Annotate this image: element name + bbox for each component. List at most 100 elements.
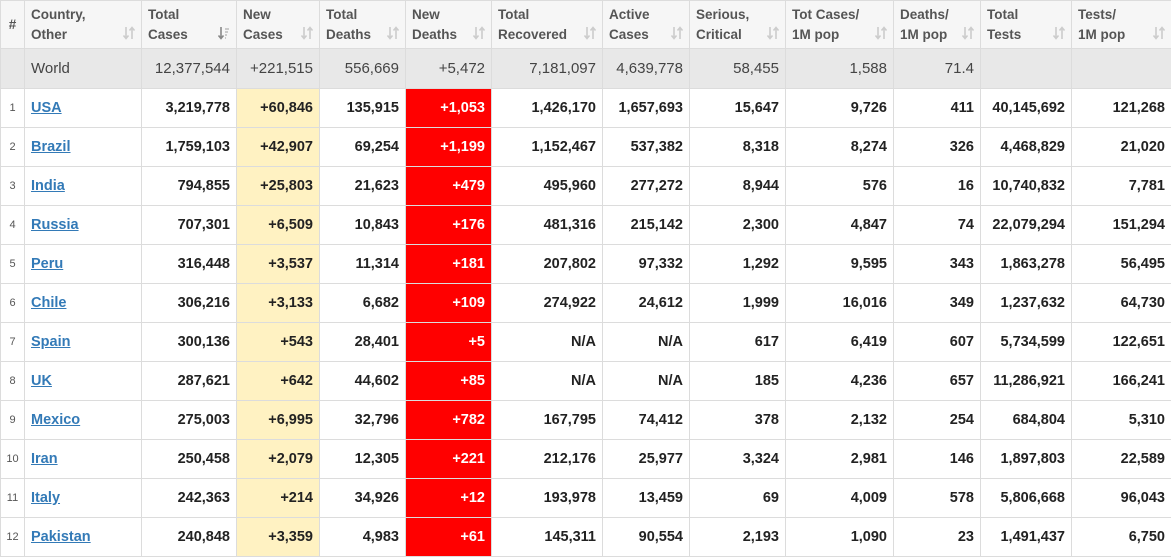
column-header-label-line: Other [31, 25, 121, 45]
covid-stats-table: #Country,OtherTotalCasesNewCasesTotalDea… [0, 0, 1171, 557]
cell-total-deaths: 10,843 [320, 206, 406, 245]
cell-new-cases: +6,995 [237, 401, 320, 440]
country-link[interactable]: Brazil [31, 139, 71, 155]
sort-both-icon[interactable] [671, 26, 683, 40]
cell-total-deaths: 12,305 [320, 440, 406, 479]
sort-both-icon[interactable] [387, 26, 399, 40]
column-header-new-cases[interactable]: NewCases [237, 1, 320, 49]
cell-total-deaths: 6,682 [320, 284, 406, 323]
column-header-tests-per-m[interactable]: Tests/1M pop [1072, 1, 1171, 49]
cell-active-cases: 24,612 [603, 284, 690, 323]
country-link[interactable]: Iran [31, 451, 58, 467]
cell-serious: 3,324 [690, 440, 786, 479]
cell-total-recovered: 207,802 [492, 245, 603, 284]
country-link[interactable]: Russia [31, 217, 79, 233]
cell-rank: 1 [1, 89, 25, 128]
cell-total-tests: 684,804 [981, 401, 1072, 440]
table-row: 5Peru316,448+3,53711,314+181207,80297,33… [1, 245, 1171, 284]
sort-both-icon[interactable] [962, 26, 974, 40]
cell-total-deaths: 44,602 [320, 362, 406, 401]
column-header-new-deaths[interactable]: NewDeaths [406, 1, 492, 49]
cell-total-cases: 275,003 [142, 401, 237, 440]
sort-both-icon[interactable] [1153, 26, 1165, 40]
column-header-total-deaths[interactable]: TotalDeaths [320, 1, 406, 49]
sort-both-icon[interactable] [301, 26, 313, 40]
country-link[interactable]: India [31, 178, 65, 194]
column-header-cases-per-m[interactable]: Tot Cases/1M pop [786, 1, 894, 49]
cell-total-tests: 5,734,599 [981, 323, 1072, 362]
column-header-label-line: Cases [243, 25, 299, 45]
cell-total-recovered: 274,922 [492, 284, 603, 323]
column-header-country[interactable]: Country,Other [25, 1, 142, 49]
column-header-label-line: Deaths/ [900, 5, 960, 25]
cell-new-cases: +543 [237, 323, 320, 362]
cell-total-recovered: 481,316 [492, 206, 603, 245]
country-link[interactable]: Spain [31, 334, 70, 350]
cell-new-deaths: +12 [406, 479, 492, 518]
cell-total-cases: 1,759,103 [142, 128, 237, 167]
cell-country: Italy [25, 479, 142, 518]
country-link[interactable]: UK [31, 373, 52, 389]
column-header-label-line: 1M pop [792, 25, 873, 45]
sort-both-icon[interactable] [1053, 26, 1065, 40]
cell-total-tests: 1,863,278 [981, 245, 1072, 284]
cell-rank: 9 [1, 401, 25, 440]
column-header-total-tests[interactable]: TotalTests [981, 1, 1072, 49]
cell-tests-per-m: 96,043 [1072, 479, 1171, 518]
table-row: 1USA3,219,778+60,846135,915+1,0531,426,1… [1, 89, 1171, 128]
cell-total-recovered: N/A [492, 323, 603, 362]
cell-cases-per-m: 4,236 [786, 362, 894, 401]
cell-cases-per-m: 4,847 [786, 206, 894, 245]
country-link[interactable]: Peru [31, 256, 63, 272]
column-header-label-line: Serious, [696, 5, 765, 25]
cell-deaths-per-m: 349 [894, 284, 981, 323]
column-header-serious[interactable]: Serious,Critical [690, 1, 786, 49]
sort-both-icon[interactable] [123, 26, 135, 40]
sort-both-icon[interactable] [473, 26, 485, 40]
cell-total-cases: 300,136 [142, 323, 237, 362]
country-link[interactable]: Pakistan [31, 529, 91, 545]
cell-total-tests: 1,237,632 [981, 284, 1072, 323]
sort-both-icon[interactable] [875, 26, 887, 40]
country-link[interactable]: USA [31, 100, 62, 116]
sort-both-icon[interactable] [767, 26, 779, 40]
country-link[interactable]: Italy [31, 490, 60, 506]
cell-country: UK [25, 362, 142, 401]
column-header-total-cases[interactable]: TotalCases [142, 1, 237, 49]
world-cell-country: World [25, 49, 142, 89]
column-header-active-cases[interactable]: ActiveCases [603, 1, 690, 49]
cell-serious: 8,944 [690, 167, 786, 206]
column-header-label-line: Critical [696, 25, 765, 45]
column-header-label-line: Cases [609, 25, 669, 45]
cell-cases-per-m: 6,419 [786, 323, 894, 362]
cell-serious: 378 [690, 401, 786, 440]
cell-new-cases: +42,907 [237, 128, 320, 167]
cell-new-deaths: +782 [406, 401, 492, 440]
column-header-label-line: Deaths [412, 25, 471, 45]
cell-total-tests: 1,897,803 [981, 440, 1072, 479]
table-row: 2Brazil1,759,103+42,90769,254+1,1991,152… [1, 128, 1171, 167]
cell-rank: 12 [1, 518, 25, 557]
cell-new-cases: +60,846 [237, 89, 320, 128]
cell-active-cases: 277,272 [603, 167, 690, 206]
cell-tests-per-m: 5,310 [1072, 401, 1171, 440]
cell-rank: 2 [1, 128, 25, 167]
world-cell-total-recovered: 7,181,097 [492, 49, 603, 89]
cell-rank: 7 [1, 323, 25, 362]
cell-new-cases: +642 [237, 362, 320, 401]
column-header-label-line: Cases [148, 25, 216, 45]
column-header-deaths-per-m[interactable]: Deaths/1M pop [894, 1, 981, 49]
cell-total-cases: 242,363 [142, 479, 237, 518]
cell-total-deaths: 11,314 [320, 245, 406, 284]
table-row: 7Spain300,136+54328,401+5N/AN/A6176,4196… [1, 323, 1171, 362]
cell-country: Chile [25, 284, 142, 323]
column-header-label-line: Tests/ [1078, 5, 1151, 25]
cell-total-recovered: 1,426,170 [492, 89, 603, 128]
country-link[interactable]: Mexico [31, 412, 80, 428]
column-header-total-recovered[interactable]: TotalRecovered [492, 1, 603, 49]
sort-both-icon[interactable] [584, 26, 596, 40]
cell-total-cases: 287,621 [142, 362, 237, 401]
cell-total-cases: 794,855 [142, 167, 237, 206]
sort-active-desc-icon[interactable] [218, 26, 230, 40]
country-link[interactable]: Chile [31, 295, 66, 311]
